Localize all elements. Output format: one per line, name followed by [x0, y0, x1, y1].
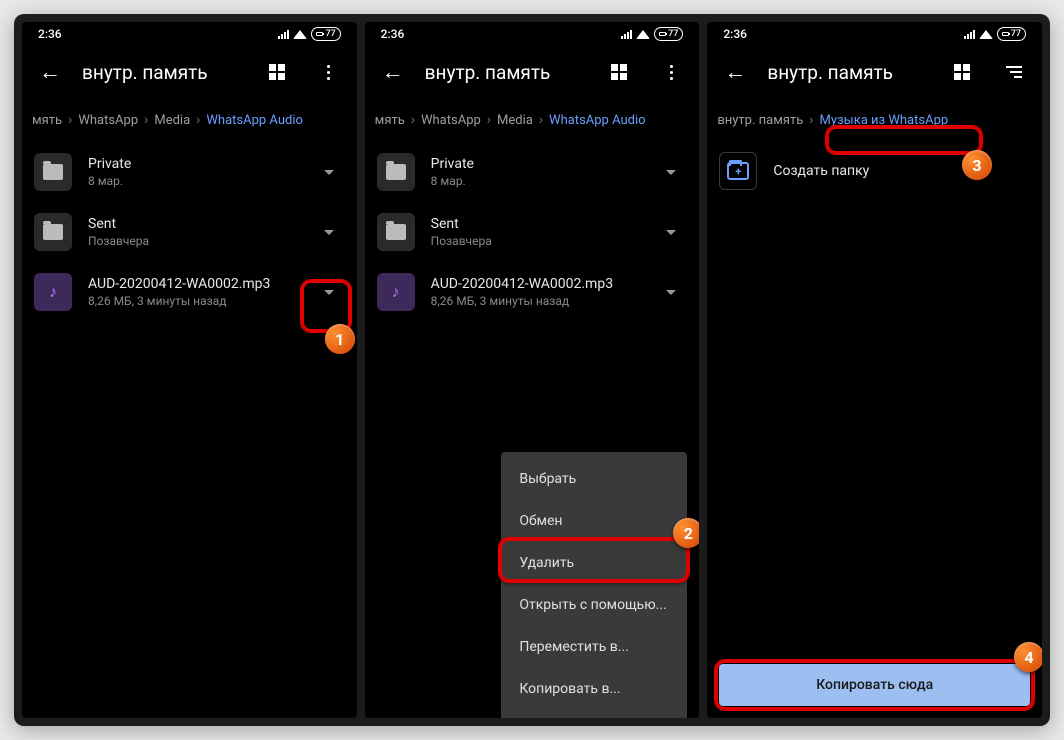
file-list: Создать папку [707, 142, 1042, 718]
clock: 2:36 [38, 27, 62, 41]
signal-icon [278, 30, 289, 39]
wifi-icon [636, 30, 650, 39]
crumb[interactable]: Media [150, 113, 194, 128]
app-bar: ← внутр. память [707, 46, 1042, 98]
phone-screen-1: 2:36 77 ← внутр. память мять› WhatsApp› … [22, 22, 357, 718]
menu-move-to[interactable]: Переместить в... [501, 626, 687, 668]
folder-row[interactable]: SentПозавчера [365, 202, 700, 262]
crumb[interactable]: WhatsApp [417, 113, 485, 128]
menu-share[interactable]: Обмен [501, 500, 687, 542]
folder-icon [34, 153, 72, 191]
back-button[interactable]: ← [715, 52, 755, 92]
dropdown-icon[interactable] [309, 272, 349, 312]
battery-icon: 77 [311, 27, 340, 41]
menu-copy-to[interactable]: Копировать в... [501, 668, 687, 710]
status-bar: 2:36 77 [22, 22, 357, 46]
crumb-current[interactable]: Музыка из WhatsApp [816, 113, 953, 128]
dropdown-icon[interactable] [651, 212, 691, 252]
battery-icon: 77 [997, 27, 1026, 41]
dropdown-icon[interactable] [651, 152, 691, 192]
app-bar: ← внутр. память [22, 46, 357, 98]
back-button[interactable]: ← [373, 52, 413, 92]
wifi-icon [293, 30, 307, 39]
step-badge-3: 3 [962, 150, 992, 180]
crumb[interactable]: Media [493, 113, 537, 128]
breadcrumb: мять› WhatsApp› Media› WhatsApp Audio [22, 98, 357, 142]
more-button[interactable] [651, 52, 691, 92]
clock: 2:36 [723, 27, 747, 41]
wifi-icon [979, 30, 993, 39]
status-bar: 2:36 77 [707, 22, 1042, 46]
view-grid-button[interactable] [942, 52, 982, 92]
breadcrumb: мять› WhatsApp› Media› WhatsApp Audio [365, 98, 700, 142]
dropdown-icon[interactable] [309, 152, 349, 192]
dropdown-icon[interactable] [309, 212, 349, 252]
folder-row[interactable]: Private8 мар. [365, 142, 700, 202]
crumb[interactable]: мять [371, 113, 409, 128]
breadcrumb: внутр. память› Музыка из WhatsApp [707, 98, 1042, 142]
file-list: Private8 мар. SentПозавчера ♪ AUD-202004… [365, 142, 700, 718]
file-row[interactable]: ♪ AUD-20200412-WA0002.mp38,26 МБ, 3 мину… [365, 262, 700, 322]
phone-screen-2: 2:36 77 ← внутр. память мять› WhatsApp› … [365, 22, 700, 718]
crumb-current[interactable]: WhatsApp Audio [202, 113, 307, 128]
step-badge-4: 4 [1014, 642, 1042, 672]
dropdown-icon[interactable] [651, 272, 691, 312]
back-button[interactable]: ← [30, 52, 70, 92]
file-row[interactable]: ♪ AUD-20200412-WA0002.mp38,26 МБ, 3 мину… [22, 262, 357, 322]
signal-icon [621, 30, 632, 39]
page-title: внутр. память [425, 61, 588, 84]
battery-icon: 77 [654, 27, 683, 41]
sort-button[interactable] [994, 52, 1034, 92]
view-grid-button[interactable] [257, 52, 297, 92]
menu-rename[interactable]: Переименовать [501, 710, 687, 718]
crumb[interactable]: мять [28, 113, 66, 128]
view-grid-button[interactable] [599, 52, 639, 92]
menu-delete[interactable]: Удалить [501, 542, 687, 584]
new-folder-row[interactable]: Создать папку [707, 142, 1042, 200]
folder-icon [377, 153, 415, 191]
folder-icon [377, 213, 415, 251]
clock: 2:36 [381, 27, 405, 41]
crumb[interactable]: WhatsApp [74, 113, 142, 128]
step-badge-2: 2 [673, 518, 699, 548]
app-bar: ← внутр. память [365, 46, 700, 98]
crumb-current[interactable]: WhatsApp Audio [545, 113, 650, 128]
folder-row[interactable]: SentПозавчера [22, 202, 357, 262]
signal-icon [964, 30, 975, 39]
audio-icon: ♪ [34, 273, 72, 311]
phone-screen-3: 2:36 77 ← внутр. память внутр. память› М… [707, 22, 1042, 718]
context-menu: Выбрать Обмен Удалить Открыть с помощью.… [501, 452, 687, 718]
status-bar: 2:36 77 [365, 22, 700, 46]
step-badge-1: 1 [325, 324, 355, 354]
menu-open-with[interactable]: Открыть с помощью... [501, 584, 687, 626]
menu-select[interactable]: Выбрать [501, 458, 687, 500]
file-list: Private8 мар. SentПозавчера ♪ AUD-202004… [22, 142, 357, 718]
folder-icon [34, 213, 72, 251]
folder-row[interactable]: Private8 мар. [22, 142, 357, 202]
copy-here-button[interactable]: Копировать сюда [719, 664, 1030, 706]
more-button[interactable] [309, 52, 349, 92]
new-folder-icon [719, 152, 757, 190]
page-title: внутр. память [767, 61, 930, 84]
crumb[interactable]: внутр. память [713, 113, 807, 128]
page-title: внутр. память [82, 61, 245, 84]
audio-icon: ♪ [377, 273, 415, 311]
